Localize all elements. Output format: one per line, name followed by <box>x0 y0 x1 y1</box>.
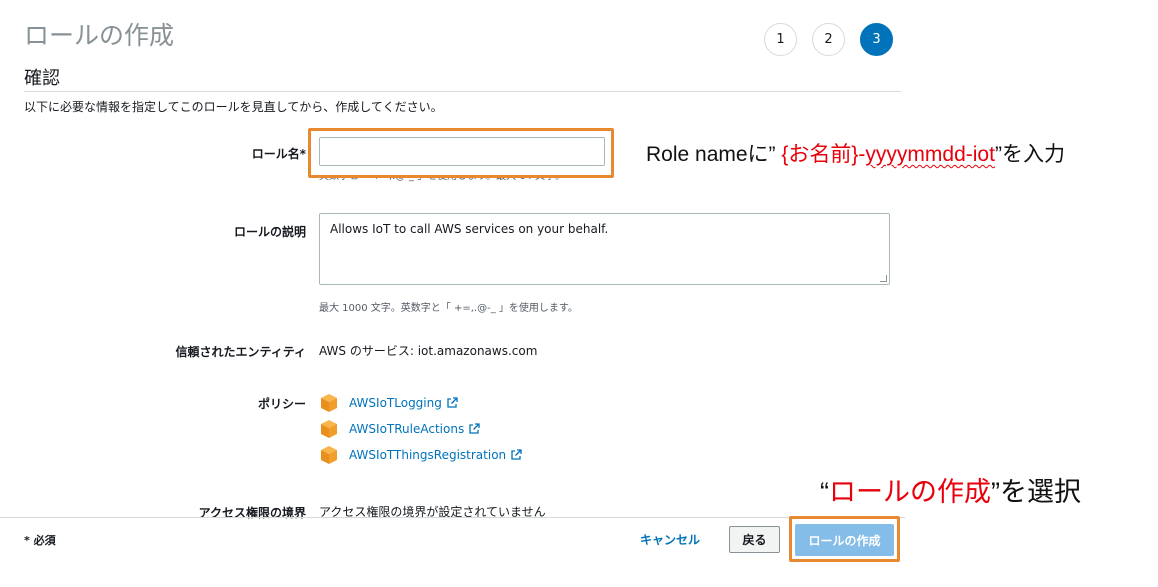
highlight-create-role <box>789 516 900 562</box>
policy-item: AWSIoTLogging <box>319 390 522 416</box>
aws-policy-cube-icon <box>321 420 337 438</box>
highlight-role-name <box>308 128 614 178</box>
policy-link-awsiotruleactions[interactable]: AWSIoTRuleActions <box>349 422 464 436</box>
trusted-entity-label: 信頼されたエンティティ <box>175 345 306 359</box>
section-title: 確認 <box>24 68 60 89</box>
role-description-hint: 最大 1000 文字。英数字と「 +=,.@-_ 」を使用します。 <box>319 303 578 314</box>
annotation-create-role-red: ロールの作成 <box>829 477 991 507</box>
step-2[interactable]: 2 <box>812 23 845 56</box>
policy-link-awsiotthingsregistration[interactable]: AWSIoTThingsRegistration <box>349 448 506 462</box>
aws-policy-cube-icon <box>321 394 337 412</box>
section-intro: 以下に必要な情報を指定してこのロールを見直してから、作成してください。 <box>24 100 443 114</box>
page-title: ロールの作成 <box>24 21 175 50</box>
annotation-create-role-post: ”を選択 <box>991 477 1081 507</box>
annotation-create-role: “ロールの作成”を選択 <box>820 470 1081 509</box>
trusted-entity-value: AWS のサービス: iot.amazonaws.com <box>319 344 538 358</box>
cancel-button[interactable]: キャンセル <box>640 531 700 548</box>
policy-item: AWSIoTRuleActions <box>319 416 522 442</box>
annotation-role-name-date: yyyymmdd-iot <box>865 143 995 166</box>
role-description-label: ロールの説明 <box>233 225 306 239</box>
back-button[interactable]: 戻る <box>729 526 780 553</box>
policy-list: AWSIoTLogging AWSIoTRuleActions AWSIoTTh… <box>319 390 522 468</box>
annotation-role-name: Role nameに” {お名前}-yyyymmdd-iot”を入力 <box>646 138 1065 168</box>
annotation-role-name-post: ”を入力 <box>994 143 1065 166</box>
policy-link-awsiotlogging[interactable]: AWSIoTLogging <box>349 396 442 410</box>
annotation-role-name-pre: Role nameに” <box>646 143 782 166</box>
annotation-create-role-pre: “ <box>820 477 829 507</box>
footer-divider <box>0 517 905 518</box>
external-link-icon[interactable] <box>446 397 458 409</box>
external-link-icon[interactable] <box>468 423 480 435</box>
step-3: 3 <box>860 23 893 56</box>
role-name-label: ロール名* <box>251 147 306 161</box>
policy-item: AWSIoTThingsRegistration <box>319 442 522 468</box>
resize-handle-icon[interactable] <box>880 275 887 282</box>
aws-policy-cube-icon <box>321 446 337 464</box>
required-note: * 必須 <box>24 534 56 547</box>
permissions-boundary-label: アクセス権限の境界 <box>198 506 306 520</box>
section-divider <box>24 91 901 92</box>
policies-label: ポリシー <box>257 397 306 411</box>
external-link-icon[interactable] <box>510 449 522 461</box>
step-1[interactable]: 1 <box>764 23 797 56</box>
annotation-role-name-red: {お名前}- <box>781 143 866 166</box>
wizard-steps: 1 2 3 <box>764 23 893 56</box>
role-description-textarea[interactable]: Allows IoT to call AWS services on your … <box>319 213 890 285</box>
role-description-value: Allows IoT to call AWS services on your … <box>330 222 609 236</box>
